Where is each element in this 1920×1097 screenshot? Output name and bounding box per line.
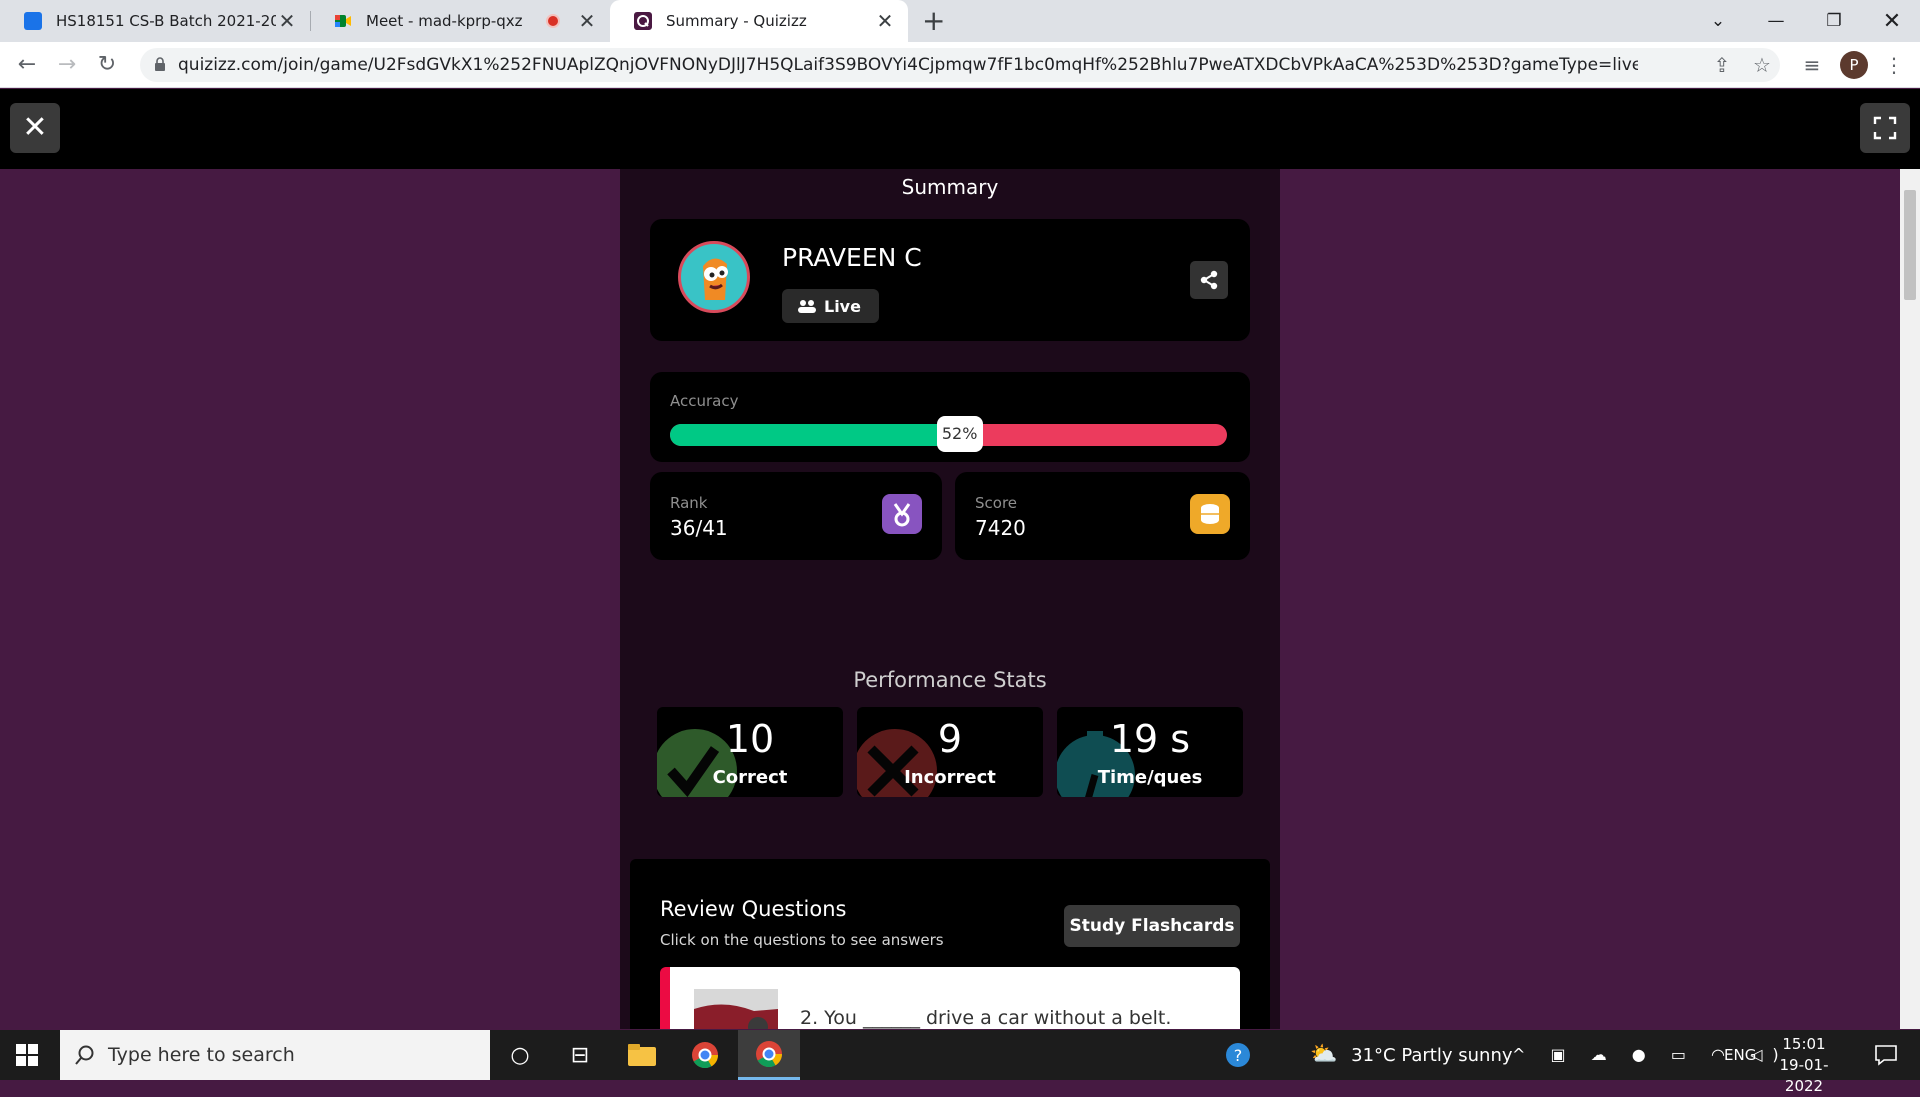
windows-taskbar: Type here to search ○ ⊟ ? ⛅ 31°C Partly … (0, 1030, 1920, 1095)
help-icon[interactable]: ? (1208, 1030, 1268, 1080)
share-button[interactable] (1190, 261, 1228, 299)
quiz-top-bar: ✕ (0, 89, 1920, 169)
incorrect-stat-card: 9 Incorrect (857, 707, 1043, 797)
tab-title: Summary - Quizizz (666, 12, 807, 30)
tab-search-chevron-icon[interactable]: ⌄ (1690, 0, 1746, 42)
tab-title: Meet - mad-kprp-qxz (366, 12, 523, 30)
incorrect-label: Incorrect (904, 767, 996, 788)
restore-icon[interactable]: ❐ (1806, 0, 1862, 42)
rank-card: Rank 36/41 (650, 472, 942, 560)
question-thumbnail-image (694, 989, 778, 1029)
close-tab-icon[interactable]: ✕ (874, 9, 896, 33)
meet-favicon-icon (334, 12, 352, 30)
correct-count: 10 (725, 717, 775, 761)
player-card: PRAVEEN C Live (650, 219, 1250, 341)
accuracy-label: Accuracy (670, 392, 739, 410)
summary-panel: Summary PRAVEEN C Live Accuracy 52% Rank… (620, 169, 1280, 1029)
file-explorer-icon[interactable] (612, 1030, 672, 1080)
rank-label: Rank (670, 494, 708, 512)
search-placeholder: Type here to search (108, 1044, 295, 1066)
weather-text: 31°C Partly sunny (1351, 1045, 1513, 1066)
bookmark-star-icon[interactable]: ☆ (1750, 53, 1774, 77)
scrollbar-thumb[interactable] (1904, 190, 1916, 300)
score-value: 7420 (975, 516, 1026, 540)
back-arrow-icon[interactable]: ← (12, 50, 42, 80)
fullscreen-button[interactable] (1860, 103, 1910, 153)
clock[interactable]: 15:01 19-01-2022 (1762, 1034, 1846, 1097)
medal-icon (882, 494, 922, 534)
tab-title: HS18151 CS-B Batch 2021-2025 (56, 12, 276, 30)
profile-avatar[interactable]: P (1840, 51, 1868, 79)
close-quiz-button[interactable]: ✕ (10, 103, 60, 153)
quizizz-favicon-icon (634, 12, 652, 30)
review-questions-subtitle: Click on the questions to see answers (660, 931, 944, 949)
classroom-favicon-icon (24, 12, 42, 30)
tab-meet[interactable]: Meet - mad-kprp-qxz ✕ (310, 0, 610, 42)
clock-time: 15:01 (1782, 1035, 1826, 1053)
rank-value: 36/41 (670, 516, 728, 540)
study-flashcards-button[interactable]: Study Flashcards (1064, 905, 1240, 947)
recording-indicator-icon (546, 14, 560, 28)
summary-title: Summary (901, 175, 999, 199)
player-name: PRAVEEN C (782, 243, 922, 272)
new-tab-plus-icon[interactable]: + (922, 4, 945, 37)
close-tab-icon[interactable]: ✕ (576, 9, 598, 33)
score-label: Score (975, 494, 1018, 512)
time-per-question-label: Time/ques (1097, 767, 1203, 788)
accuracy-bar-fill (670, 424, 960, 446)
share-icon (1200, 270, 1218, 290)
tab-quizizz-summary[interactable]: Summary - Quizizz ✕ (610, 0, 908, 42)
forward-arrow-icon[interactable]: → (52, 50, 82, 80)
url-text: quizizz.com/join/game/U2FsdGVkX1%252FNUA… (178, 55, 1638, 75)
search-icon (75, 1045, 94, 1065)
time-per-question-value: 19 s (1109, 717, 1191, 761)
close-tab-icon[interactable]: ✕ (276, 9, 298, 33)
correct-label: Correct (712, 767, 788, 788)
window-close-icon[interactable]: ✕ (1864, 0, 1920, 42)
performance-stats-title: Performance Stats (853, 668, 1047, 692)
score-card: Score 7420 (955, 472, 1250, 560)
clock-date: 19-01-2022 (1779, 1056, 1829, 1095)
browser-menu-icon[interactable]: ⋮ (1882, 53, 1906, 77)
correct-stat-card: 10 Correct (657, 707, 843, 797)
notifications-icon[interactable] (1856, 1030, 1916, 1080)
svg-text:?: ? (1234, 1046, 1243, 1065)
group-icon (798, 300, 816, 313)
accuracy-card: Accuracy 52% (650, 372, 1250, 462)
review-questions-section: Review Questions Click on the questions … (630, 859, 1270, 1029)
review-questions-title: Review Questions (660, 897, 847, 921)
live-mode-badge: Live (782, 289, 879, 323)
lock-icon (155, 57, 165, 71)
browser-tab-strip: HS18151 CS-B Batch 2021-2025 ✕ Meet - ma… (0, 0, 1920, 42)
live-mode-label: Live (824, 296, 861, 316)
coins-icon (1190, 494, 1230, 534)
reload-icon[interactable]: ↻ (92, 50, 122, 80)
share-page-icon[interactable]: ⇪ (1710, 53, 1734, 77)
time-per-question-stat-card: 19 s Time/ques (1057, 707, 1243, 797)
media-control-icon[interactable]: ≡ (1800, 53, 1824, 77)
windows-start-icon[interactable] (16, 1044, 38, 1066)
chrome-profile-app-icon[interactable] (738, 1030, 800, 1080)
question-review-card[interactable]: 2. You ______ drive a car without a belt… (660, 967, 1240, 1029)
monster-avatar-icon (703, 258, 728, 300)
incorrect-count: 9 (937, 717, 963, 761)
cortana-icon[interactable]: ○ (490, 1030, 550, 1080)
address-bar[interactable]: quizizz.com/join/game/U2FsdGVkX1%252FNUA… (140, 48, 1780, 82)
language-indicator[interactable]: ENG (1724, 1030, 1756, 1080)
partly-sunny-icon: ⛅ (1310, 1042, 1338, 1067)
avatar (678, 241, 750, 313)
minimize-icon[interactable]: — (1748, 0, 1804, 42)
chrome-icon[interactable] (675, 1030, 735, 1080)
taskbar-search-input[interactable]: Type here to search (60, 1030, 490, 1080)
fullscreen-icon (1873, 116, 1897, 140)
browser-toolbar: ← → ↻ quizizz.com/join/game/U2FsdGVkX1%2… (0, 42, 1920, 88)
accuracy-percent-badge: 52% (936, 416, 983, 452)
task-view-icon[interactable]: ⊟ (550, 1030, 610, 1080)
weather-widget[interactable]: ⛅ 31°C Partly sunny (1310, 1030, 1513, 1080)
question-text: 2. You ______ drive a car without a belt… (800, 1007, 1172, 1029)
tab-classroom[interactable]: HS18151 CS-B Batch 2021-2025 ✕ (0, 0, 310, 42)
